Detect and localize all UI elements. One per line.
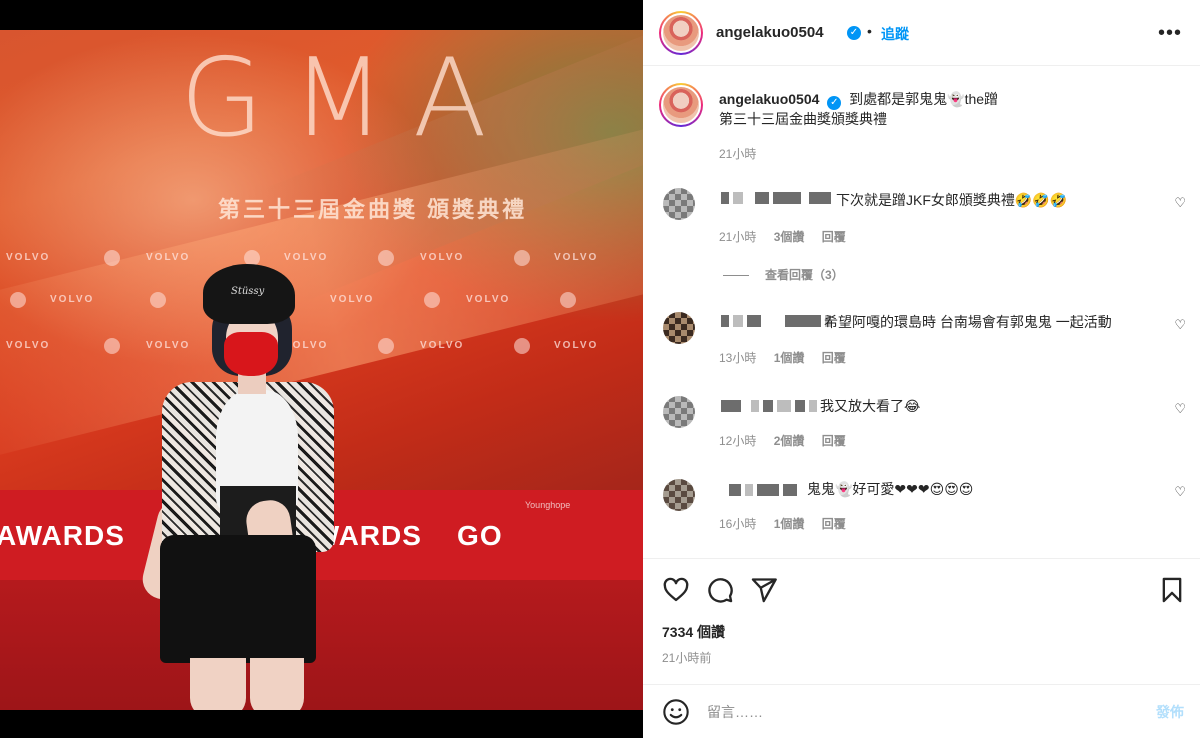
caption-line-1: 到處都是郭鬼鬼👻the蹭 [849,91,999,107]
more-options-icon[interactable]: ••• [1158,22,1182,45]
comment-text: 希望阿嘎的環島時 台南場會有郭鬼鬼 一起活動 [824,314,1112,330]
black-beret: Stüssy [203,264,295,324]
comment-input[interactable] [707,700,1107,724]
verified-badge-icon: ✓ [827,96,842,110]
post-photo[interactable]: GMA 第三十三屆金曲獎 頒獎典禮 VOLVO VOLVO VOLVO VOLV… [0,0,643,738]
red-mask [224,332,278,376]
comment-likes-count[interactable]: 2個讚 [774,434,805,448]
commenter-avatar[interactable] [663,312,695,344]
likes-count[interactable]: 7334 個讚 [662,622,725,642]
add-comment-bar: 發佈 [643,686,1200,738]
comment-text: 鬼鬼👻好可愛❤❤❤😍😍😍 [807,481,974,497]
verified-badge-icon: ✓ [847,26,861,40]
person-figure: Stüssy [0,30,643,710]
comment-meta: 16小時 1個讚 回覆 [719,517,846,531]
comment-like-heart-icon[interactable]: ♡ [1174,195,1186,211]
post-timestamp[interactable]: 21小時前 [662,649,711,666]
caption-username[interactable]: angelakuo0504 [719,91,819,107]
commenter-avatar[interactable] [663,188,695,220]
comment-meta: 21小時 3個讚 回覆 [719,230,846,244]
commenter-avatar[interactable] [663,479,695,511]
caption-author-avatar[interactable] [659,83,703,127]
save-bookmark-icon[interactable] [1158,576,1186,604]
reply-button[interactable]: 回覆 [822,230,846,244]
comment-text: 我又放大看了😂 [820,398,921,414]
commenter-avatar[interactable] [663,396,695,428]
post-header: angelakuo0504 ✓ • 追蹤 ••• [643,0,1200,66]
comment-like-heart-icon[interactable]: ♡ [1174,317,1186,333]
reply-button[interactable]: 回覆 [822,434,846,448]
view-replies-button[interactable]: 查看回覆（3） [723,266,844,283]
share-send-icon[interactable] [750,576,778,604]
separator-dot: • [867,23,872,39]
author-username[interactable]: angelakuo0504 [716,24,824,41]
photo-scene: GMA 第三十三屆金曲獎 頒獎典禮 VOLVO VOLVO VOLVO VOLV… [0,30,643,710]
comment-likes-count[interactable]: 1個讚 [774,351,805,365]
comment-likes-count[interactable]: 1個讚 [774,517,805,531]
post-comment-button[interactable]: 發佈 [1156,702,1184,722]
reply-button[interactable]: 回覆 [822,351,846,365]
replies-line-icon [723,275,749,277]
author-avatar[interactable] [659,11,703,55]
post-actions: 7334 個讚 21小時前 [643,560,1200,685]
comment-like-heart-icon[interactable]: ♡ [1174,401,1186,417]
comment-meta: 13小時 1個讚 回覆 [719,351,846,365]
comment-text: 下次就是蹭JKF女郎頒獎典禮🤣🤣🤣 [836,192,1068,208]
commenter-username-redacted[interactable] [721,400,821,412]
caption-time: 21小時 [719,147,757,161]
commenter-username-redacted[interactable] [721,315,835,327]
like-heart-icon[interactable] [662,576,690,604]
reply-button[interactable]: 回覆 [822,517,846,531]
comments-list[interactable]: angelakuo0504 ✓ 到處都是郭鬼鬼👻the蹭 第三十三屆金曲獎頒獎典… [643,67,1200,559]
commenter-username-redacted[interactable] [721,192,835,204]
comment-meta: 12小時 2個讚 回覆 [719,434,846,448]
follow-button[interactable]: 追蹤 [881,24,909,44]
comment-likes-count[interactable]: 3個讚 [774,230,805,244]
hat-logo-text: Stüssy [231,286,265,297]
comment-bubble-icon[interactable] [706,576,734,604]
commenter-username-redacted[interactable] [729,484,801,496]
emoji-smiley-icon[interactable] [662,698,690,726]
caption: angelakuo0504 ✓ 到處都是郭鬼鬼👻the蹭 第三十三屆金曲獎頒獎典… [719,89,1159,129]
caption-line-2: 第三十三屆金曲獎頒獎典禮 [719,111,887,127]
post-sidebar: angelakuo0504 ✓ • 追蹤 ••• angelakuo0504 ✓… [643,0,1200,738]
comment-like-heart-icon[interactable]: ♡ [1174,484,1186,500]
